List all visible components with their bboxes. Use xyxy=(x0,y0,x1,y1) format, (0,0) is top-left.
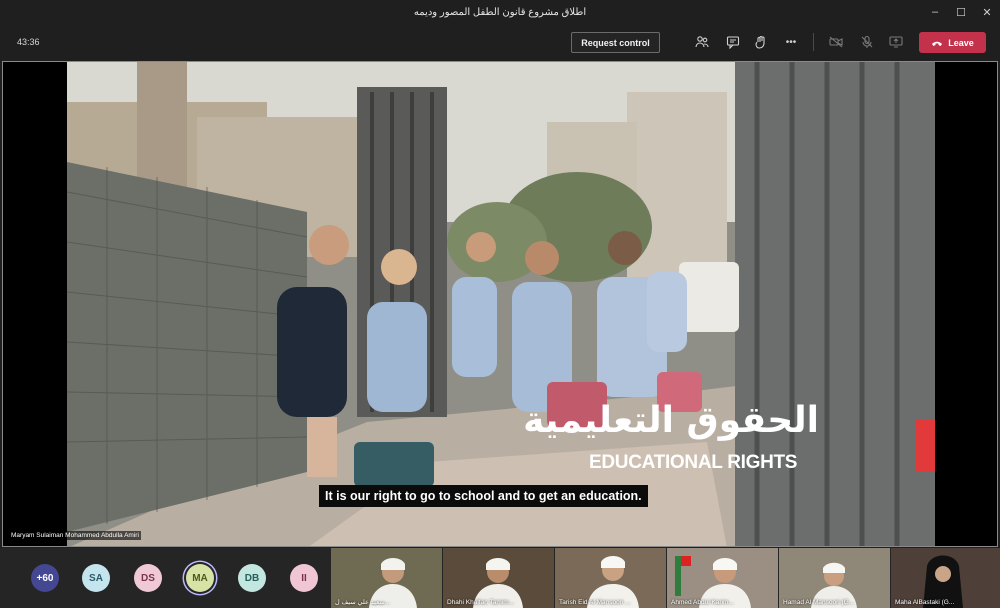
participant-name: سعيد علي سيف ل... xyxy=(335,599,391,606)
toolbar-divider xyxy=(813,33,814,51)
participant-strip: +60 SA DS MA DB II سعيد علي سيف ل... Dha… xyxy=(0,548,1000,608)
overlay-arabic-title: الحقوق التعليمية xyxy=(523,400,819,441)
mic-off-icon[interactable] xyxy=(859,34,875,50)
overflow-participants-button[interactable]: +60 xyxy=(31,564,59,592)
presenter-name: Maryam Sulaiman Mohammed Abdulla Amiri xyxy=(9,531,141,540)
people-icon[interactable] xyxy=(694,34,710,50)
share-screen-icon[interactable] xyxy=(888,34,904,50)
close-button[interactable]: ✕ xyxy=(974,0,1000,24)
participant-video-tile[interactable]: Dhahi Khalfan Tamim... xyxy=(443,548,554,608)
video-frame xyxy=(67,62,935,546)
shared-video-stage: الحقوق التعليمية EDUCATIONAL RIGHTS It i… xyxy=(2,61,998,547)
window-title: اطلاق مشروع قانون الطفل المصور وديمه xyxy=(413,6,587,18)
leave-label: Leave xyxy=(948,37,974,48)
raise-hand-icon[interactable] xyxy=(753,34,769,50)
participant-name: Hamad Al Mansoori (G... xyxy=(783,599,855,606)
participant-name: Maha AlBastaki (G... xyxy=(895,599,955,606)
request-control-button[interactable]: Request control xyxy=(571,32,660,53)
title-bar: اطلاق مشروع قانون الطفل المصور وديمه – ☐… xyxy=(0,0,1000,24)
leave-button[interactable]: Leave xyxy=(919,32,986,53)
participant-name: Ahmed Abdul Karim... xyxy=(671,599,734,606)
participant-avatar[interactable]: DS xyxy=(134,564,162,592)
phone-hangup-icon xyxy=(932,41,943,46)
participant-video-tile[interactable]: Maha AlBastaki (G... xyxy=(891,548,1000,608)
participant-avatar[interactable]: DB xyxy=(238,564,266,592)
meeting-timer: 43:36 xyxy=(17,37,40,47)
participant-avatar[interactable]: SA xyxy=(82,564,110,592)
meeting-toolbar: 43:36 Request control ••• Leave xyxy=(0,24,1000,60)
participant-name: Dhahi Khalfan Tamim... xyxy=(447,599,515,606)
overlay-accent-bar xyxy=(915,420,935,472)
more-options-icon[interactable]: ••• xyxy=(783,34,799,50)
participant-video-tile[interactable]: Tarish Eid Al Mansoori ... xyxy=(555,548,666,608)
participant-video-tile[interactable]: سعيد علي سيف ل... xyxy=(331,548,442,608)
video-caption: It is our right to go to school and to g… xyxy=(319,485,648,507)
participant-avatar-speaking[interactable]: MA xyxy=(186,564,214,592)
chat-icon[interactable] xyxy=(725,34,741,50)
participant-name: Tarish Eid Al Mansoori ... xyxy=(559,599,631,606)
participant-video-tile[interactable]: Hamad Al Mansoori (G... xyxy=(779,548,890,608)
participant-video-tile[interactable]: Ahmed Abdul Karim... xyxy=(667,548,778,608)
maximize-button[interactable]: ☐ xyxy=(948,0,974,24)
participant-avatar[interactable]: II xyxy=(290,564,318,592)
video-scene-image xyxy=(67,62,935,546)
window-controls: – ☐ ✕ xyxy=(922,0,1000,24)
camera-off-icon[interactable] xyxy=(828,34,844,50)
overlay-english-title: EDUCATIONAL RIGHTS xyxy=(589,452,798,473)
minimize-button[interactable]: – xyxy=(922,0,948,24)
